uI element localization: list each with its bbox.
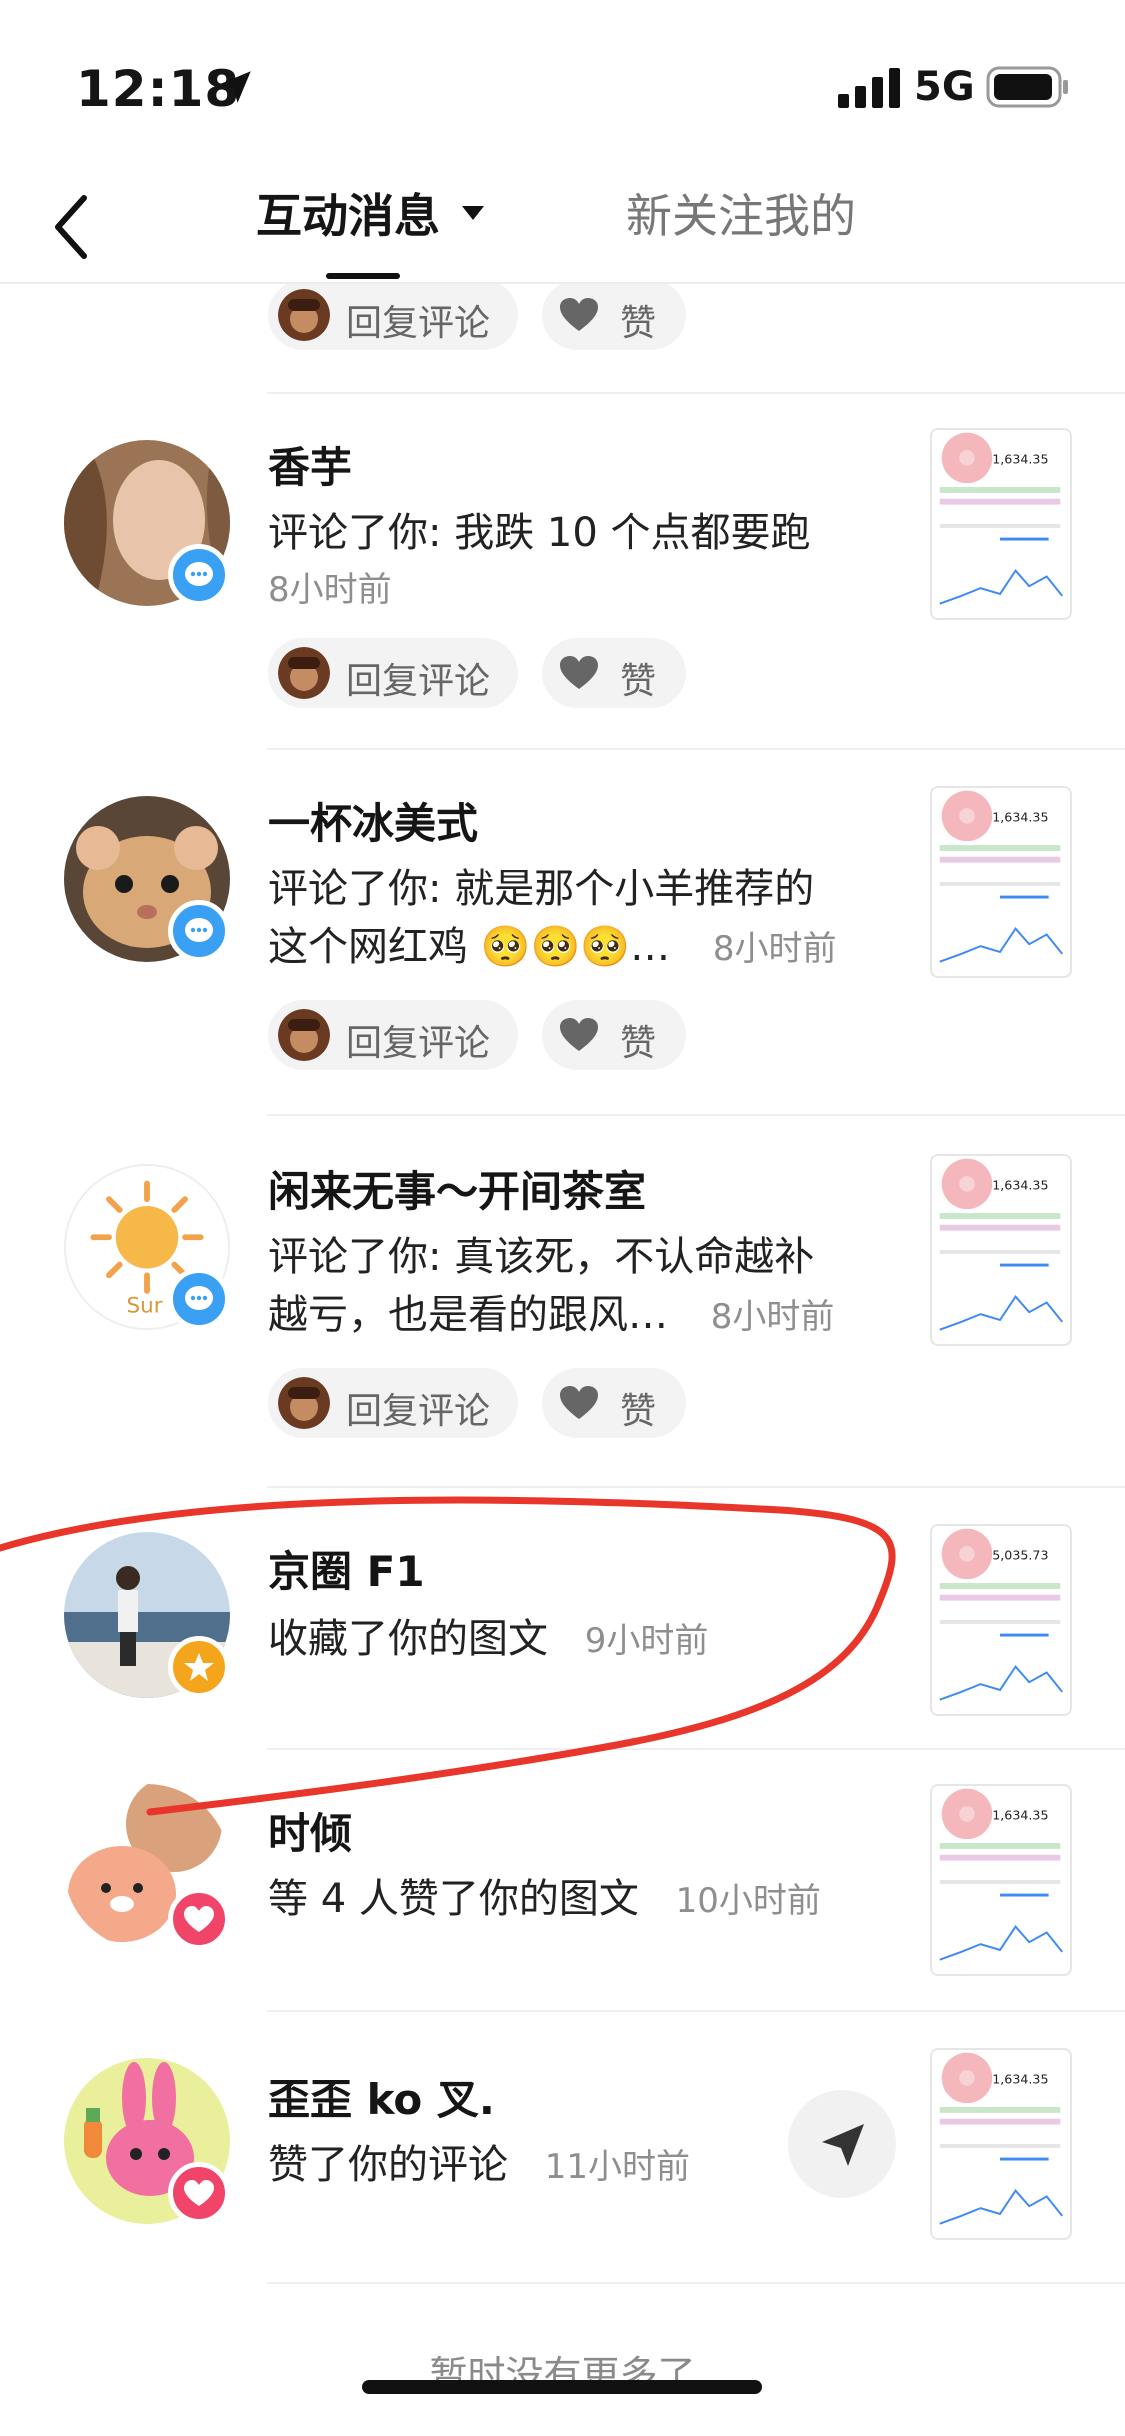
message-text: 等 4 人赞了你的图文 — [268, 1876, 639, 1922]
avatar[interactable] — [64, 1532, 230, 1698]
reply-comment-button[interactable]: 回复评论 — [268, 1368, 518, 1438]
message-text-line2: 越亏，也是看的跟风… 8小时前 — [268, 1282, 834, 1340]
post-thumbnail[interactable]: 1,634.35 — [930, 1154, 1072, 1346]
divider — [267, 1748, 1125, 1750]
post-thumbnail[interactable]: 1,634.35 — [930, 786, 1072, 978]
comment-badge-icon — [168, 544, 230, 606]
message-text: 评论了你: 就是那个小羊推荐的 — [268, 866, 815, 912]
post-thumbnail[interactable]: 1,634.35 — [930, 428, 1072, 620]
message-time: 9小时前 — [584, 1621, 709, 1661]
comment-badge-icon — [168, 900, 230, 962]
divider — [267, 2282, 1125, 2284]
avatar[interactable] — [64, 440, 230, 606]
like-label: 赞 — [620, 1023, 657, 1064]
divider — [267, 1486, 1125, 1488]
message-row: 等 4 人赞了你的图文 10小时前 — [268, 1866, 821, 1924]
heart-icon — [560, 298, 598, 331]
message-text: 赞了你的评论 — [268, 2142, 508, 2188]
comment-badge-icon — [168, 1268, 230, 1330]
reply-comment-label: 回复评论 — [346, 1391, 491, 1432]
user-name[interactable]: 闲来无事～开间茶室 — [268, 1158, 646, 1219]
user-name[interactable]: 京圈 F1 — [268, 1538, 425, 1599]
active-tab-indicator — [326, 273, 400, 279]
my-avatar-mini — [278, 647, 330, 699]
reply-comment-label: 回复评论 — [346, 1023, 491, 1064]
thumbnail-value: 1,634.35 — [992, 810, 1048, 825]
message-text: 收藏了你的图文 — [268, 1616, 548, 1662]
message-text-cont: 这个网红鸡 🥺🥺🥺… — [268, 924, 671, 970]
send-message-button[interactable] — [788, 2090, 896, 2198]
message-row: 收藏了你的图文 9小时前 — [268, 1606, 708, 1664]
message-time: 8小时前 — [710, 1297, 835, 1337]
nav-bar: 互动消息 新关注我的 — [0, 170, 1125, 284]
like-button[interactable]: 赞 — [542, 284, 686, 350]
user-name[interactable]: 时倾 — [268, 1800, 352, 1861]
post-thumbnail[interactable]: 5,035.73 — [930, 1524, 1072, 1716]
like-label: 赞 — [620, 303, 657, 344]
avatar[interactable]: Sur — [64, 1164, 230, 1330]
message-row: 赞了你的评论 11小时前 — [268, 2132, 690, 2190]
thumbnail-value: 1,634.35 — [992, 1178, 1048, 1193]
like-button[interactable]: 赞 — [542, 638, 686, 708]
status-bar: 12:18 5G — [0, 0, 1125, 170]
message-time: 11小时前 — [544, 2147, 690, 2187]
heart-badge-icon — [168, 2162, 230, 2224]
location-arrow-icon — [219, 71, 251, 103]
divider — [267, 392, 1125, 394]
tab-new-followers[interactable]: 新关注我的 — [626, 180, 856, 246]
tab-interactions[interactable]: 互动消息 — [256, 180, 440, 246]
like-label: 赞 — [620, 1391, 657, 1432]
reply-comment-label: 回复评论 — [346, 661, 491, 702]
message-time: 10小时前 — [675, 1881, 821, 1921]
thumbnail-value: 5,035.73 — [992, 1548, 1048, 1563]
heart-icon — [560, 1386, 598, 1419]
avatar[interactable] — [64, 796, 230, 962]
thumbnail-value: 1,634.35 — [992, 1808, 1048, 1823]
user-name[interactable]: 歪歪 ko 叉. — [268, 2066, 495, 2127]
network-type: 5G — [914, 64, 975, 110]
divider — [267, 1114, 1125, 1116]
heart-icon — [560, 656, 598, 689]
divider — [267, 748, 1125, 750]
message-text-cont: 越亏，也是看的跟风… — [268, 1292, 668, 1338]
user-name[interactable]: 香芋 — [268, 434, 352, 495]
home-indicator — [362, 2380, 762, 2394]
dropdown-caret-icon[interactable] — [460, 204, 486, 222]
post-thumbnail[interactable]: 1,634.35 — [930, 1784, 1072, 1976]
message-text: 评论了你: 真该死，不认命越补 — [268, 1234, 815, 1280]
heart-badge-icon — [168, 1888, 230, 1950]
my-avatar-mini — [278, 1009, 330, 1061]
cellular-signal-icon — [838, 68, 900, 108]
user-name[interactable]: 一杯冰美式 — [268, 790, 478, 851]
message-text: 评论了你: 我跌 10 个点都要跑 — [268, 510, 811, 556]
my-avatar-mini — [278, 1377, 330, 1429]
battery-icon — [986, 66, 1068, 108]
message-list: 回复评论 赞 香芋 评论了你: 我跌 10 个点都要跑 8小时前 回复评论 赞 — [0, 284, 1125, 2436]
like-label: 赞 — [620, 661, 657, 702]
svg-text:Sur: Sur — [127, 1293, 163, 1318]
message-time: 8小时前 — [268, 570, 392, 610]
avatar[interactable] — [64, 1784, 230, 1950]
like-button[interactable]: 赞 — [542, 1368, 686, 1438]
post-thumbnail[interactable]: 1,634.35 — [930, 2048, 1072, 2240]
star-badge-icon — [168, 1636, 230, 1698]
thumbnail-value: 1,634.35 — [992, 452, 1048, 467]
reply-comment-button[interactable]: 回复评论 — [268, 638, 518, 708]
paper-plane-icon — [822, 2124, 864, 2166]
divider — [267, 2010, 1125, 2012]
back-arrow-icon[interactable] — [46, 190, 96, 264]
like-button[interactable]: 赞 — [542, 1000, 686, 1070]
reply-comment-button[interactable]: 回复评论 — [268, 1000, 518, 1070]
reply-comment-button[interactable]: 回复评论 — [268, 284, 518, 350]
avatar[interactable] — [64, 2058, 230, 2224]
thumbnail-value: 1,634.35 — [992, 2072, 1048, 2087]
reply-comment-label: 回复评论 — [346, 303, 491, 344]
heart-icon — [560, 1018, 598, 1051]
message-text-line2: 这个网红鸡 🥺🥺🥺… 8小时前 — [268, 914, 837, 972]
my-avatar-mini — [278, 289, 330, 341]
message-time: 8小时前 — [712, 929, 837, 969]
